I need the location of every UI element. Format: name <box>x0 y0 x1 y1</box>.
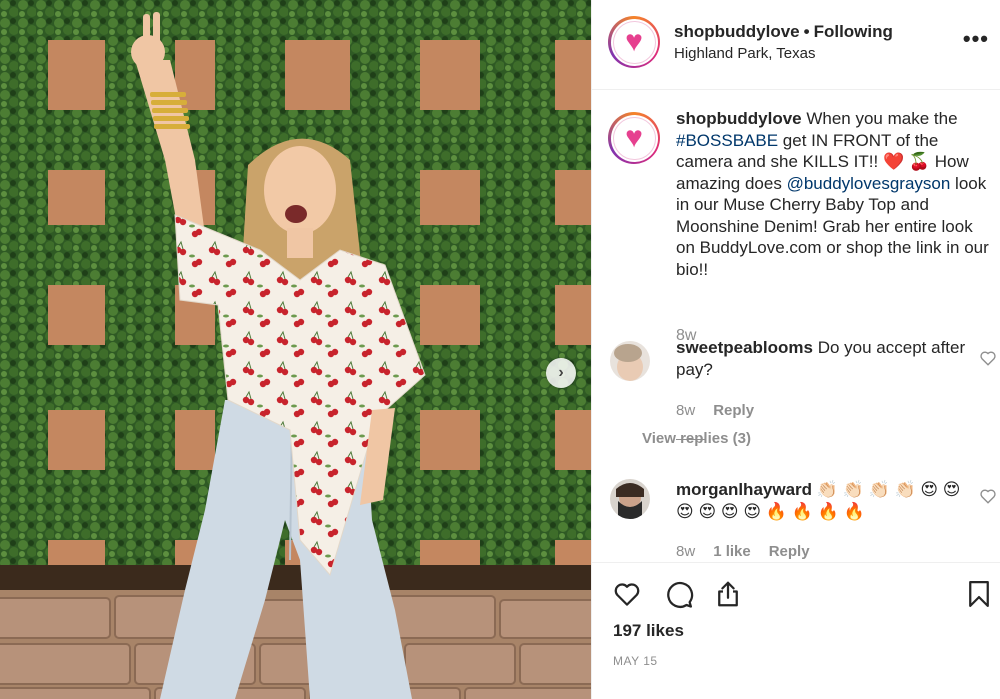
author-username[interactable]: shopbuddylove <box>674 22 800 41</box>
likes-count[interactable]: 197 likes <box>613 621 684 641</box>
hashtag-link[interactable]: #BOSSBABE <box>676 131 778 150</box>
like-comment-heart-icon[interactable] <box>979 349 997 367</box>
comment-username[interactable]: morganlhayward <box>676 480 812 499</box>
comment-meta: 8w 1 like Reply <box>676 543 828 560</box>
commenter-avatar[interactable] <box>610 479 650 519</box>
comment-icon[interactable] <box>664 579 694 609</box>
brand-heart-icon: ♥ <box>612 20 656 64</box>
share-icon[interactable] <box>713 579 743 609</box>
like-comment-heart-icon[interactable] <box>979 487 997 505</box>
comment-likes-count[interactable]: 1 like <box>713 543 751 560</box>
caption-username[interactable]: shopbuddylove <box>676 109 802 128</box>
post-location[interactable]: Highland Park, Texas <box>674 45 815 62</box>
view-replies-button[interactable]: View replies (3) <box>642 430 751 447</box>
comment-timestamp[interactable]: 8w <box>676 543 695 560</box>
commenter-avatar[interactable] <box>610 341 650 381</box>
comment-text: morganlhayward 👏🏻 👏🏻 👏🏻 👏🏻 😍 😍 😍 😍 😍 😍 🔥… <box>676 480 961 521</box>
comment-timestamp[interactable]: 8w <box>676 402 695 419</box>
mention-link[interactable]: @buddylovesgrayson <box>787 174 951 193</box>
separator-dot: • <box>803 22 810 41</box>
reply-button[interactable]: Reply <box>713 402 754 419</box>
caption-avatar[interactable]: ♥ <box>608 112 660 164</box>
post-photo[interactable]: › <box>0 0 591 699</box>
bookmark-icon[interactable] <box>964 579 994 609</box>
more-options-icon[interactable]: ••• <box>963 28 989 50</box>
comment-username[interactable]: sweetpeablooms <box>676 338 813 357</box>
comments-list[interactable]: ♥ shopbuddylove When you make the #BOSSB… <box>592 90 1000 562</box>
author-row: shopbuddylove • Following <box>674 22 893 42</box>
post-header: ♥ shopbuddylove • Following Highland Park,… <box>592 0 1000 90</box>
next-arrow-icon: › <box>558 364 564 381</box>
post-date: MAY 15 <box>613 654 658 668</box>
comment-meta: 8w Reply <box>676 402 772 419</box>
caption-text: shopbuddylove When you make the #BOSSBAB… <box>676 109 989 279</box>
post-sidebar: ♥ shopbuddylove • Following Highland Park,… <box>591 0 1000 699</box>
photo-illustration <box>0 0 591 699</box>
post-actions: 197 likes MAY 15 <box>592 562 1000 699</box>
author-avatar[interactable]: ♥ <box>608 16 660 68</box>
heart-icon[interactable] <box>612 579 642 609</box>
replies-divider <box>676 438 706 440</box>
brand-heart-icon: ♥ <box>612 116 656 160</box>
following-button[interactable]: Following <box>814 22 893 41</box>
reply-button[interactable]: Reply <box>769 543 810 560</box>
next-photo-button[interactable]: › <box>546 358 576 388</box>
comment-text: sweetpeablooms Do you accept after pay? <box>676 338 966 379</box>
